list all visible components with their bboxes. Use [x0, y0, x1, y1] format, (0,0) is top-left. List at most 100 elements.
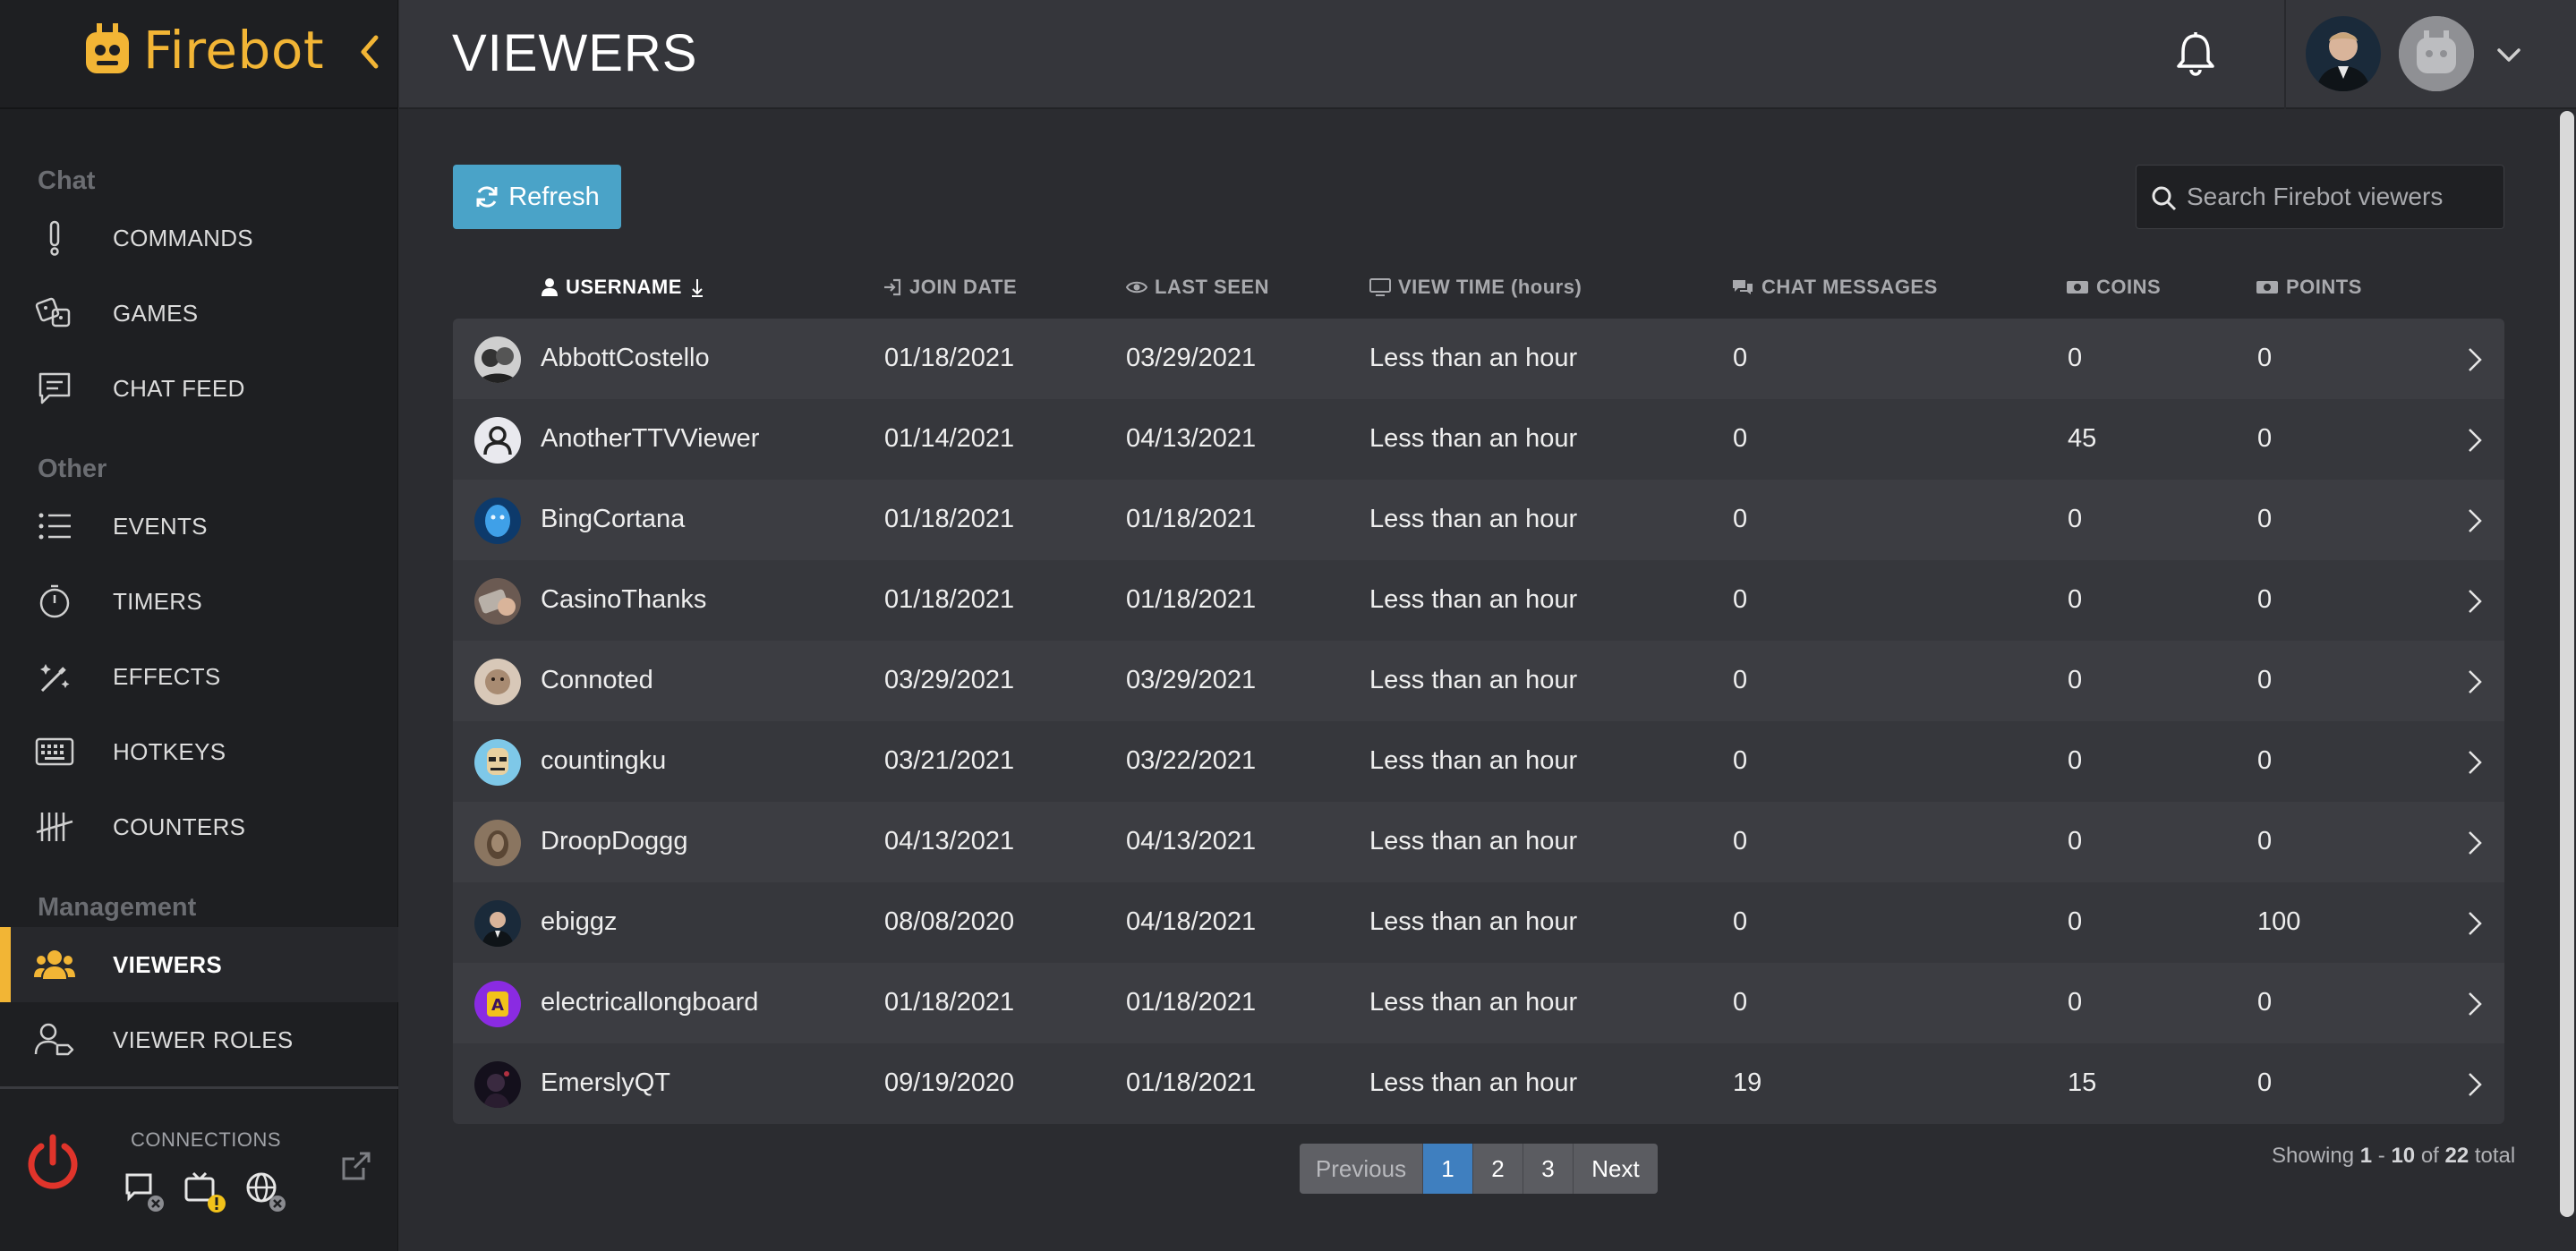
sidebar-item-viewer-roles[interactable]: VIEWER ROLES — [0, 1002, 398, 1077]
sidebar-item-timers[interactable]: TIMERS — [0, 564, 398, 639]
chevron-down-icon[interactable] — [2494, 39, 2524, 70]
dice-icon — [34, 293, 75, 334]
table-row[interactable]: ebiggz 08/08/2020 04/18/2021 Less than a… — [453, 882, 2504, 963]
avatar — [474, 820, 521, 866]
column-header-last-seen[interactable]: LAST SEEN — [1126, 274, 1269, 301]
table-row[interactable]: countingku 03/21/2021 03/22/2021 Less th… — [453, 721, 2504, 802]
coins-cell: 0 — [2068, 344, 2083, 372]
page-title: VIEWERS — [452, 24, 698, 82]
pagination-page-2[interactable]: 2 — [1473, 1144, 1523, 1194]
points-cell: 0 — [2257, 585, 2273, 614]
column-header-join-date[interactable]: JOIN DATE — [883, 274, 1017, 301]
list-icon — [34, 506, 75, 547]
points-cell: 0 — [2257, 505, 2273, 533]
brand: Firebot — [0, 0, 397, 109]
bot-avatar[interactable] — [2399, 16, 2474, 91]
sidebar-item-counters[interactable]: COUNTERS — [0, 789, 398, 864]
column-header-label: VIEW TIME (hours) — [1398, 276, 1582, 298]
tally-icon — [34, 806, 75, 847]
last-seen-cell: 01/18/2021 — [1126, 988, 1257, 1017]
sidebar-item-chat-feed[interactable]: CHAT FEED — [0, 351, 398, 426]
sidebar-item-label: HOTKEYS — [113, 737, 226, 765]
chevron-right-icon — [2469, 509, 2482, 532]
sidebar-item-effects[interactable]: EFFECTS — [0, 639, 398, 714]
table-row[interactable]: DroopDoggg 04/13/2021 04/13/2021 Less th… — [453, 802, 2504, 882]
chevron-right-icon — [2469, 831, 2482, 855]
pagination-previous[interactable]: Previous — [1300, 1144, 1423, 1194]
column-header-points[interactable]: POINTS — [2256, 274, 2362, 301]
coins-cell: 45 — [2068, 424, 2097, 453]
view-time-cell: Less than an hour — [1369, 827, 1578, 855]
username-cell: AbbottCostello — [541, 344, 710, 372]
chevron-right-icon — [2469, 670, 2482, 694]
chat-connection-icon[interactable] — [122, 1170, 166, 1214]
points-cell: 0 — [2257, 827, 2273, 855]
username-cell: ebiggz — [541, 907, 618, 936]
external-link-icon[interactable] — [338, 1148, 374, 1184]
view-time-cell: Less than an hour — [1369, 344, 1578, 372]
table-row[interactable]: Connoted 03/29/2021 03/29/2021 Less than… — [453, 641, 2504, 721]
power-icon[interactable] — [23, 1134, 82, 1193]
sidebar-item-hotkeys[interactable]: HOTKEYS — [0, 714, 398, 789]
table-row[interactable]: EmerslyQT 09/19/2020 01/18/2021 Less tha… — [453, 1043, 2504, 1124]
username-cell: BingCortana — [541, 505, 686, 533]
of-word: of — [2420, 1144, 2439, 1168]
connections-label: CONNECTIONS — [131, 1128, 282, 1151]
sidebar-item-commands[interactable]: COMMANDS — [0, 200, 398, 276]
view-time-cell: Less than an hour — [1369, 505, 1578, 533]
column-header-username[interactable]: USERNAME — [541, 274, 705, 301]
column-header-label: LAST SEEN — [1155, 276, 1269, 298]
showing-prefix: Showing — [2272, 1144, 2355, 1168]
chat-messages-cell: 0 — [1733, 827, 1748, 855]
pagination-next[interactable]: Next — [1574, 1144, 1658, 1194]
join-date-cell: 01/18/2021 — [884, 505, 1015, 533]
pagination-page-1[interactable]: 1 — [1423, 1144, 1473, 1194]
top-bar: VIEWERS — [399, 0, 2576, 109]
scrollbar-thumb[interactable] — [2560, 111, 2574, 1217]
view-time-cell: Less than an hour — [1369, 746, 1578, 775]
sidebar-item-games[interactable]: GAMES — [0, 276, 398, 351]
total-word: total — [2474, 1144, 2516, 1168]
view-time-cell: Less than an hour — [1369, 1068, 1578, 1097]
bell-icon[interactable] — [2173, 30, 2218, 79]
column-header-view-time[interactable]: VIEW TIME (hours) — [1369, 274, 1582, 301]
points-cell: 100 — [2257, 907, 2301, 936]
column-header-chat-messages[interactable]: CHAT MESSAGES — [1731, 274, 1938, 301]
pagination-summary: Showing 1 - 10 of 22 total — [2272, 1144, 2515, 1169]
overlay-connection-icon[interactable] — [183, 1170, 227, 1214]
chevron-right-icon — [2469, 751, 2482, 774]
money-icon — [2256, 281, 2278, 294]
table-row[interactable]: AnotherTTVViewer 01/14/2021 04/13/2021 L… — [453, 399, 2504, 480]
sidebar-item-viewers[interactable]: VIEWERS — [0, 927, 398, 1002]
join-date-cell: 09/19/2020 — [884, 1068, 1015, 1097]
chevron-right-icon — [2469, 429, 2482, 452]
exclamation-icon — [34, 217, 75, 259]
table-row[interactable]: AbbottCostello 01/18/2021 03/29/2021 Les… — [453, 319, 2504, 399]
user-avatar[interactable] — [2306, 16, 2381, 91]
sidebar-item-events[interactable]: EVENTS — [0, 489, 398, 564]
points-cell: 0 — [2257, 1068, 2273, 1097]
search-input[interactable] — [2187, 174, 2491, 219]
column-header-coins[interactable]: COINS — [2066, 274, 2161, 301]
refresh-icon — [476, 186, 498, 208]
sidebar: Firebot Chat COMMANDS GAMES CHAT FEED Ot… — [0, 0, 398, 1251]
points-cell: 0 — [2257, 746, 2273, 775]
user-icon — [542, 278, 558, 296]
coins-cell: 0 — [2068, 585, 2083, 614]
avatar: A — [474, 981, 521, 1027]
table-row[interactable]: BingCortana 01/18/2021 01/18/2021 Less t… — [453, 480, 2504, 560]
chevron-right-icon — [2469, 590, 2482, 613]
pagination-page-3[interactable]: 3 — [1523, 1144, 1574, 1194]
table-row[interactable]: A electricallongboard 01/18/2021 01/18/2… — [453, 963, 2504, 1043]
collapse-sidebar-icon[interactable] — [356, 32, 383, 72]
avatar — [474, 900, 521, 947]
range-separator: - — [2377, 1144, 2385, 1168]
sidebar-item-label: VIEWERS — [113, 950, 223, 978]
table-row[interactable]: CasinoThanks 01/18/2021 01/18/2021 Less … — [453, 560, 2504, 641]
integrations-connection-icon[interactable] — [243, 1170, 288, 1214]
avatar — [474, 336, 521, 383]
refresh-button[interactable]: Refresh — [453, 165, 621, 229]
sidebar-item-label: COUNTERS — [113, 813, 246, 840]
coins-cell: 0 — [2068, 666, 2083, 694]
chat-messages-cell: 0 — [1733, 907, 1748, 936]
